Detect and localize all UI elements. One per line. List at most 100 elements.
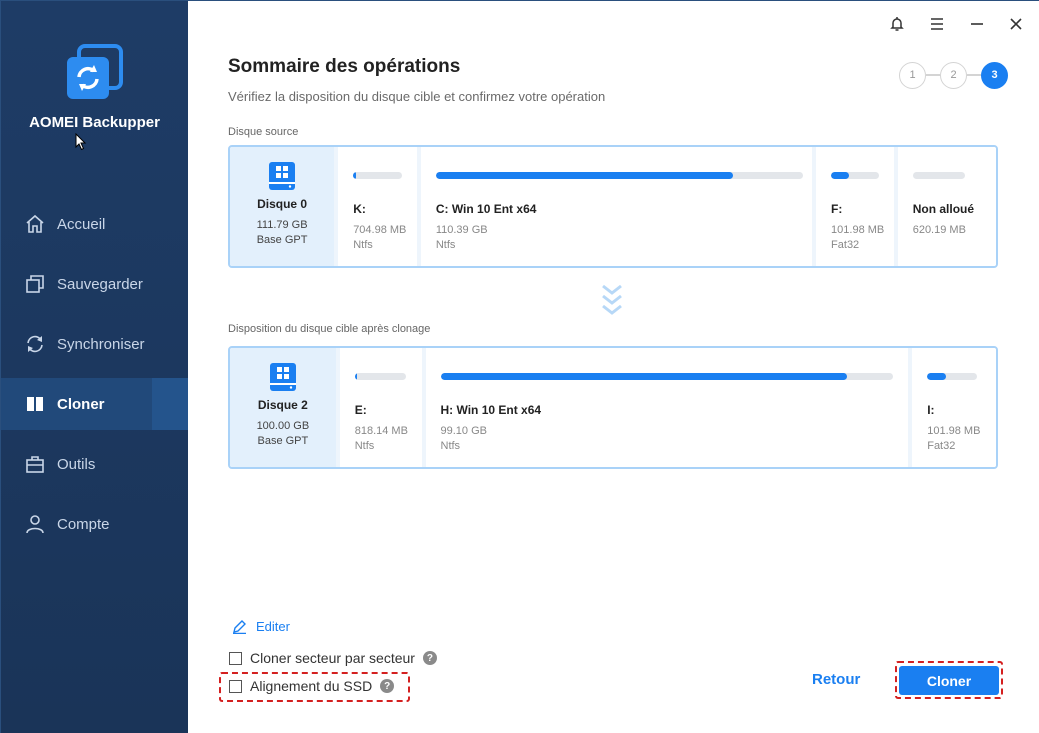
step-connector (967, 74, 981, 76)
partition-label: K: (353, 202, 366, 216)
main-panel: Sommaire des opérations Vérifiez la disp… (188, 1, 1039, 733)
minimize-icon[interactable] (966, 13, 988, 35)
mouse-cursor-icon (75, 133, 87, 151)
partition-usage-bar (353, 172, 403, 179)
ssd-alignment-option: Alignement du SSD ? (229, 678, 395, 694)
usage-fill (435, 172, 734, 179)
partition-label: E: (354, 403, 367, 417)
partition-size: 704.98 MB (353, 224, 407, 236)
clone-icon (24, 393, 46, 415)
partition-fs: Fat32 (831, 239, 860, 251)
partition-usage-bar (912, 172, 965, 179)
partition-usage-bar (831, 172, 880, 179)
nav-label: Synchroniser (57, 335, 145, 353)
pencil-icon (233, 620, 246, 634)
nav-label: Outils (57, 455, 96, 473)
partition[interactable]: E: 818.14 MB Ntfs (339, 348, 422, 467)
partition-fs: Fat32 (927, 440, 956, 452)
page-title: Sommaire des opérations (228, 56, 461, 77)
nav-accueil[interactable]: Accueil (1, 198, 188, 250)
partition[interactable]: Non alloué 620.19 MB (897, 147, 996, 266)
partition-label: H: Win 10 Ent x64 (440, 403, 542, 417)
source-disk-info: Disque 0 111.79 GB Base GPT (230, 147, 335, 266)
partition-size: 818.14 MB (354, 425, 408, 437)
nav-compte[interactable]: Compte (1, 498, 188, 550)
partition-usage-bar (927, 373, 978, 380)
partition-label: F: (831, 202, 843, 216)
bell-icon[interactable] (886, 13, 908, 35)
partition-fs: Ntfs (353, 239, 373, 251)
step-2: 2 (940, 61, 967, 89)
menu-icon[interactable] (926, 13, 948, 35)
home-icon (24, 213, 46, 235)
partition-usage-bar (354, 373, 406, 380)
clone-button[interactable]: Cloner (899, 666, 999, 695)
partition-label: I: (927, 403, 935, 417)
usage-fill (927, 373, 947, 380)
sidebar: AOMEI Backupper Accueil Sauvegarder Sync… (1, 1, 188, 733)
partition[interactable]: K: 704.98 MB Ntfs (338, 147, 417, 266)
source-label: Disque source (228, 126, 299, 138)
partition[interactable]: I: 101.98 MB Fat32 (912, 348, 996, 467)
disk-icon (269, 363, 296, 391)
target-disk-info: Disque 2 100.00 GB Base GPT (230, 348, 336, 467)
partition-size: 101.98 MB (927, 425, 981, 437)
target-disk-map[interactable]: Disque 2 100.00 GB Base GPT E: 818.14 MB… (228, 346, 998, 469)
nav-synchroniser[interactable]: Synchroniser (1, 318, 188, 370)
partition[interactable]: C: Win 10 Ent x64 110.39 GB Ntfs (420, 147, 813, 266)
edit-label: Editer (256, 619, 290, 634)
partition-size: 101.98 MB (831, 224, 885, 236)
partition[interactable]: H: Win 10 Ent x64 99.10 GB Ntfs (425, 348, 909, 467)
backup-icon (24, 273, 46, 295)
partition-usage-bar (435, 172, 803, 179)
disk-name: Disque 0 (257, 197, 308, 211)
nav-label: Sauvegarder (57, 275, 143, 293)
partition-label: Non alloué (912, 202, 975, 216)
nav-label: Cloner (57, 395, 105, 413)
app-name: AOMEI Backupper (29, 114, 160, 131)
step-1: 1 (899, 61, 926, 89)
app-window: AOMEI Backupper Accueil Sauvegarder Sync… (0, 0, 1039, 733)
ssd-alignment-checkbox[interactable] (229, 679, 242, 693)
step-connector (926, 74, 940, 76)
ssd-alignment-label: Alignement du SSD (250, 678, 373, 694)
nav-outils[interactable]: Outils (1, 438, 188, 490)
disk-size: 100.00 GB (256, 420, 310, 432)
sector-by-sector-checkbox[interactable] (229, 651, 242, 665)
help-icon[interactable]: ? (422, 651, 437, 665)
partition-fs: Ntfs (354, 440, 375, 452)
partition-size: 110.39 GB (435, 224, 488, 236)
partition-label: C: Win 10 Ent x64 (435, 202, 537, 216)
disk-size: 111.79 GB (256, 219, 308, 231)
partition-fs: Ntfs (440, 440, 461, 452)
edit-button[interactable]: Editer (232, 619, 290, 634)
disk-type: Base GPT (256, 234, 308, 246)
user-icon (24, 513, 46, 535)
source-disk-map[interactable]: Disque 0 111.79 GB Base GPT K: 704.98 MB… (228, 145, 998, 268)
nav-label: Accueil (57, 215, 106, 233)
nav-sauvegarder[interactable]: Sauvegarder (1, 258, 188, 310)
usage-fill (353, 172, 356, 179)
back-button[interactable]: Retour (812, 671, 860, 688)
nav-label: Compte (57, 515, 110, 533)
target-label: Disposition du disque cible après clonag… (228, 323, 431, 335)
partition-fs: Ntfs (435, 239, 456, 251)
disk-type: Base GPT (257, 435, 309, 447)
partition-usage-bar (440, 373, 893, 380)
help-icon[interactable]: ? (380, 679, 395, 693)
aomei-logo-icon (67, 44, 123, 99)
partition[interactable]: F: 101.98 MB Fat32 (816, 147, 894, 266)
toolbox-icon (24, 453, 46, 475)
sector-by-sector-option: Cloner secteur par secteur ? (229, 650, 437, 666)
close-icon[interactable] (1005, 13, 1027, 35)
sync-icon (24, 333, 46, 355)
disk-icon (269, 162, 296, 190)
disk-name: Disque 2 (257, 398, 308, 412)
nav-cloner[interactable]: Cloner (1, 378, 188, 430)
usage-fill (440, 373, 848, 380)
partition-size: 99.10 GB (440, 425, 487, 437)
page-subtitle: Vérifiez la disposition du disque cible … (228, 89, 606, 104)
partition-size: 620.19 MB (912, 224, 966, 236)
sector-by-sector-label: Cloner secteur par secteur (250, 650, 415, 666)
step-indicator: 1 2 3 (899, 61, 1008, 89)
